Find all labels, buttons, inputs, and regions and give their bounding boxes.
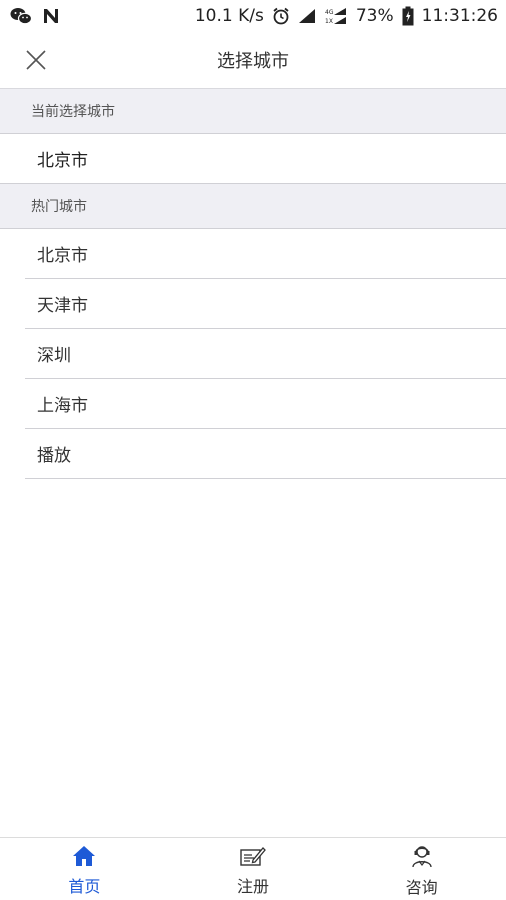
hot-cities-section-header: 热门城市 (0, 184, 506, 229)
tab-home[interactable]: 首页 (0, 841, 168, 897)
wechat-icon (10, 7, 32, 25)
tab-label: 咨询 (405, 878, 438, 897)
tab-consult[interactable]: 咨询 (338, 840, 506, 898)
signal-icon (298, 8, 316, 24)
svg-text:4G: 4G (325, 9, 334, 16)
battery-icon (402, 6, 414, 26)
network-speed: 10.1 K/s (194, 6, 264, 26)
bottom-tab-bar: 首页 注册 咨询 (0, 837, 506, 900)
close-button[interactable] (20, 46, 52, 78)
tab-label: 首页 (68, 877, 101, 896)
tab-label: 注册 (236, 877, 269, 896)
battery-percent: 73% (355, 6, 394, 26)
consult-icon (410, 844, 434, 872)
status-right: 10.1 K/s 4G 1X 73% 11:31:26 (195, 6, 498, 26)
status-left (10, 7, 60, 25)
clock-time: 11:31:26 (421, 6, 498, 26)
close-icon (25, 49, 47, 75)
city-list-item[interactable]: 播放 (25, 429, 506, 479)
n-icon (42, 7, 60, 25)
home-icon (72, 845, 96, 871)
alarm-icon (272, 7, 290, 25)
tab-register[interactable]: 注册 (169, 841, 337, 897)
city-list-item[interactable]: 深圳 (25, 329, 506, 379)
status-bar: 10.1 K/s 4G 1X 73% 11:31:26 (0, 0, 506, 32)
register-icon (240, 845, 266, 871)
city-list-item[interactable]: 上海市 (25, 379, 506, 429)
city-list-item[interactable]: 天津市 (25, 279, 506, 329)
city-list-item[interactable]: 北京市 (25, 229, 506, 279)
svg-text:1X: 1X (325, 18, 333, 25)
current-city-item[interactable]: 北京市 (0, 134, 506, 184)
4g-1x-signal-icon: 4G 1X (324, 7, 348, 25)
page-title: 选择城市 (217, 51, 289, 72)
current-city-section-header: 当前选择城市 (0, 89, 506, 134)
page-header: 选择城市 (0, 32, 506, 89)
